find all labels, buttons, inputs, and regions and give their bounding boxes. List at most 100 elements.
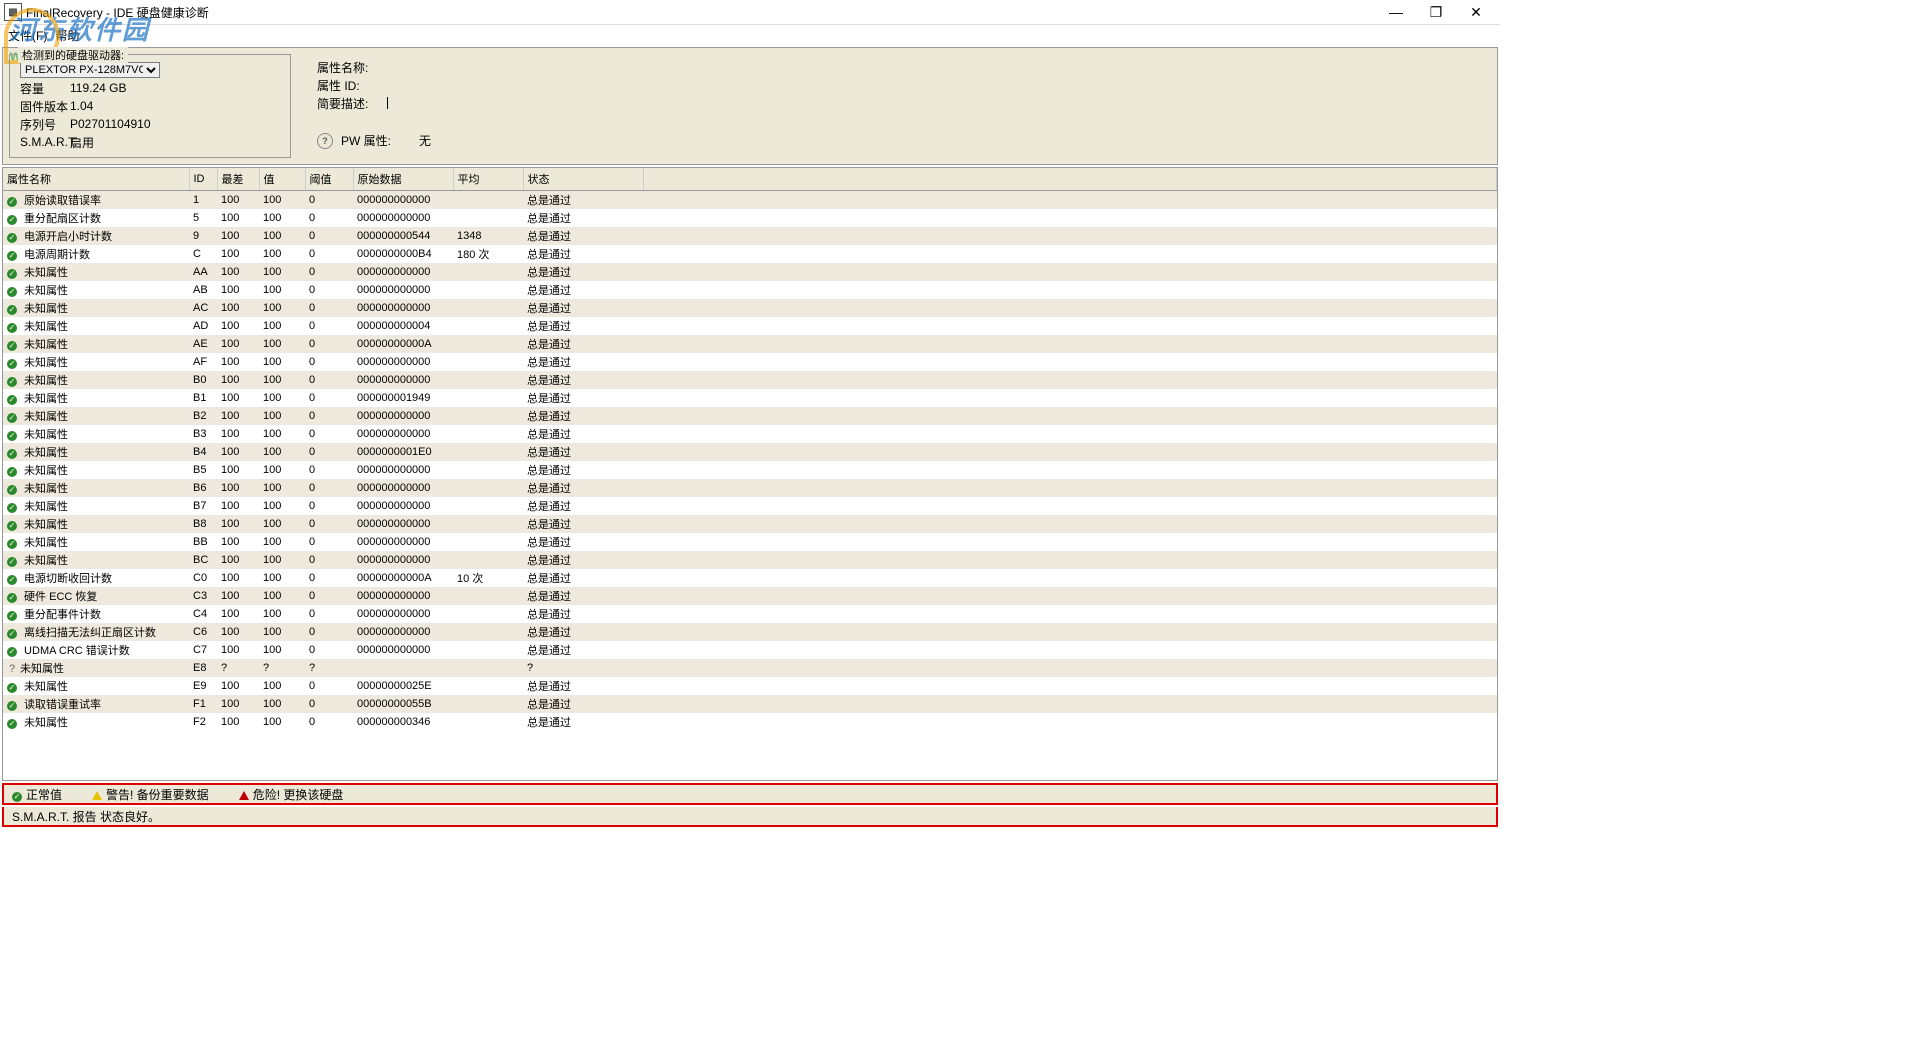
cell-value: 100 bbox=[259, 497, 305, 515]
cell-status: 总是通过 bbox=[523, 605, 643, 623]
cell-value: 100 bbox=[259, 623, 305, 641]
cell-value: 100 bbox=[259, 479, 305, 497]
cell-threshold: 0 bbox=[305, 533, 353, 551]
cell-status: 总是通过 bbox=[523, 227, 643, 245]
help-icon[interactable]: ? bbox=[317, 133, 333, 149]
cell-value: 100 bbox=[259, 227, 305, 245]
table-row[interactable]: ✓ 电源开启小时计数910010000000000005441348总是通过 bbox=[3, 227, 1497, 245]
minimize-button[interactable]: — bbox=[1376, 4, 1416, 20]
smart-table-container[interactable]: 属性名称ID最差值阈值原始数据平均状态 ✓ 原始读取错误率11001000000… bbox=[2, 167, 1498, 781]
table-row[interactable]: ? 未知属性E8???? bbox=[3, 659, 1497, 677]
cell-status: 总是通过 bbox=[523, 281, 643, 299]
cell-raw: 000000000000 bbox=[353, 515, 453, 533]
table-row[interactable]: ✓ 未知属性AB1001000000000000000总是通过 bbox=[3, 281, 1497, 299]
cell-threshold: 0 bbox=[305, 425, 353, 443]
table-row[interactable]: ✓ 未知属性B31001000000000000000总是通过 bbox=[3, 425, 1497, 443]
table-row[interactable]: ✓ 未知属性AE100100000000000000A总是通过 bbox=[3, 335, 1497, 353]
table-row[interactable]: ✓ 未知属性AD1001000000000000004总是通过 bbox=[3, 317, 1497, 335]
table-row[interactable]: ✓ 电源周期计数C10010000000000000B4180 次总是通过 bbox=[3, 245, 1497, 263]
cell-threshold: 0 bbox=[305, 677, 353, 695]
table-row[interactable]: ✓ UDMA CRC 错误计数C71001000000000000000总是通过 bbox=[3, 641, 1497, 659]
cell-threshold: 0 bbox=[305, 569, 353, 587]
menu-file[interactable]: 文件(F) bbox=[8, 27, 47, 44]
close-button[interactable]: ✕ bbox=[1456, 4, 1496, 21]
table-row[interactable]: ✓ 未知属性B51001000000000000000总是通过 bbox=[3, 461, 1497, 479]
maximize-button[interactable]: ❐ bbox=[1416, 4, 1456, 21]
cell-value: 100 bbox=[259, 281, 305, 299]
cell-worst: 100 bbox=[217, 245, 259, 263]
col-raw[interactable]: 原始数据 bbox=[353, 168, 453, 191]
cell-name: ✓ 离线扫描无法纠正扇区计数 bbox=[3, 623, 189, 641]
col-status[interactable]: 状态 bbox=[523, 168, 643, 191]
cell-value: 100 bbox=[259, 461, 305, 479]
cell-name: ✓ 未知属性 bbox=[3, 497, 189, 515]
cell-threshold: 0 bbox=[305, 191, 353, 210]
table-row[interactable]: ✓ 重分配扇区计数51001000000000000000总是通过 bbox=[3, 209, 1497, 227]
table-row[interactable]: ✓ 电源切断收回计数C0100100000000000000A10 次总是通过 bbox=[3, 569, 1497, 587]
cell-value: 100 bbox=[259, 695, 305, 713]
table-row[interactable]: ✓ 离线扫描无法纠正扇区计数C61001000000000000000总是通过 bbox=[3, 623, 1497, 641]
col-value[interactable]: 值 bbox=[259, 168, 305, 191]
col-worst[interactable]: 最差 bbox=[217, 168, 259, 191]
cell-id: AC bbox=[189, 299, 217, 317]
col-threshold[interactable]: 阈值 bbox=[305, 168, 353, 191]
cell-id: B3 bbox=[189, 425, 217, 443]
table-row[interactable]: ✓ 原始读取错误率11001000000000000000总是通过 bbox=[3, 191, 1497, 210]
cell-worst: 100 bbox=[217, 497, 259, 515]
cell-value: 100 bbox=[259, 551, 305, 569]
table-row[interactable]: ✓ 未知属性AC1001000000000000000总是通过 bbox=[3, 299, 1497, 317]
info-value: 1.04 bbox=[70, 99, 93, 113]
cell-raw: 000000001949 bbox=[353, 389, 453, 407]
table-row[interactable]: ✓ 未知属性B71001000000000000000总是通过 bbox=[3, 497, 1497, 515]
cell-threshold: 0 bbox=[305, 353, 353, 371]
table-row[interactable]: ✓ 重分配事件计数C41001000000000000000总是通过 bbox=[3, 605, 1497, 623]
table-row[interactable]: ✓ 未知属性B61001000000000000000总是通过 bbox=[3, 479, 1497, 497]
table-row[interactable]: ✓ 未知属性AA1001000000000000000总是通过 bbox=[3, 263, 1497, 281]
cell-raw: 000000000004 bbox=[353, 317, 453, 335]
cell-avg bbox=[453, 677, 523, 695]
table-row[interactable]: ✓ 硬件 ECC 恢复C31001000000000000000总是通过 bbox=[3, 587, 1497, 605]
cell-value: 100 bbox=[259, 317, 305, 335]
cell-name: ✓ 未知属性 bbox=[3, 443, 189, 461]
cell-threshold: 0 bbox=[305, 695, 353, 713]
cell-status: 总是通过 bbox=[523, 551, 643, 569]
cell-name: ✓ 未知属性 bbox=[3, 461, 189, 479]
table-row[interactable]: ✓ 未知属性AF1001000000000000000总是通过 bbox=[3, 353, 1497, 371]
table-row[interactable]: ✓ 未知属性BB1001000000000000000总是通过 bbox=[3, 533, 1497, 551]
cell-id: BC bbox=[189, 551, 217, 569]
table-row[interactable]: ✓ 未知属性E9100100000000000025E总是通过 bbox=[3, 677, 1497, 695]
table-row[interactable]: ✓ 未知属性BC1001000000000000000总是通过 bbox=[3, 551, 1497, 569]
table-row[interactable]: ✓ 未知属性B81001000000000000000总是通过 bbox=[3, 515, 1497, 533]
cell-worst: 100 bbox=[217, 281, 259, 299]
cell-worst: 100 bbox=[217, 443, 259, 461]
drive-info-legend: 检测到的硬盘驱动器: bbox=[18, 47, 128, 63]
cell-threshold: 0 bbox=[305, 335, 353, 353]
col-name[interactable]: 属性名称 bbox=[3, 168, 189, 191]
col-id[interactable]: ID bbox=[189, 168, 217, 191]
cell-value: 100 bbox=[259, 533, 305, 551]
cell-name: ✓ 电源周期计数 bbox=[3, 245, 189, 263]
cell-threshold: 0 bbox=[305, 389, 353, 407]
drive-select[interactable]: PLEXTOR PX-128M7VC bbox=[20, 62, 160, 78]
info-value: P02701104910 bbox=[70, 117, 151, 131]
table-row[interactable]: ✓ 读取错误重试率F1100100000000000055B总是通过 bbox=[3, 695, 1497, 713]
cell-avg bbox=[453, 317, 523, 335]
cell-status: 总是通过 bbox=[523, 317, 643, 335]
cell-value: 100 bbox=[259, 389, 305, 407]
cell-threshold: 0 bbox=[305, 713, 353, 731]
cell-value: 100 bbox=[259, 299, 305, 317]
cell-raw: 00000000000A bbox=[353, 569, 453, 587]
cell-id: B2 bbox=[189, 407, 217, 425]
table-row[interactable]: ✓ 未知属性B11001000000000001949总是通过 bbox=[3, 389, 1497, 407]
col-avg[interactable]: 平均 bbox=[453, 168, 523, 191]
menu-help[interactable]: 帮助 bbox=[55, 27, 79, 44]
table-row[interactable]: ✓ 未知属性F21001000000000000346总是通过 bbox=[3, 713, 1497, 731]
cell-value: 100 bbox=[259, 641, 305, 659]
cell-id: C7 bbox=[189, 641, 217, 659]
table-row[interactable]: ✓ 未知属性B21001000000000000000总是通过 bbox=[3, 407, 1497, 425]
table-row[interactable]: ✓ 未知属性B410010000000000001E0总是通过 bbox=[3, 443, 1497, 461]
cell-raw: 000000000000 bbox=[353, 623, 453, 641]
info-label: 容量 bbox=[20, 80, 70, 97]
cell-id: AF bbox=[189, 353, 217, 371]
table-row[interactable]: ✓ 未知属性B01001000000000000000总是通过 bbox=[3, 371, 1497, 389]
